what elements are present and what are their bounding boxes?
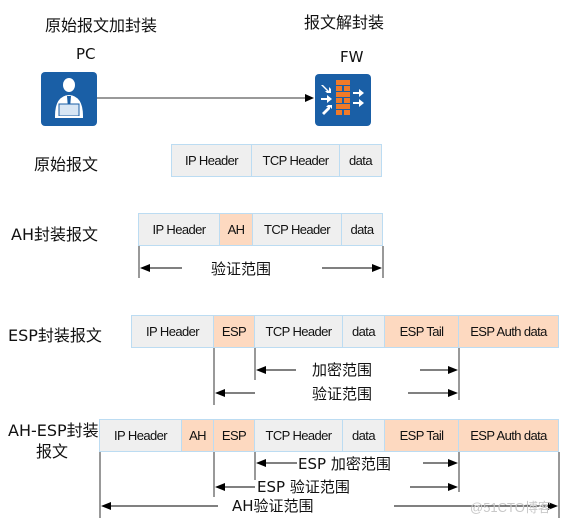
range-brackets <box>99 246 560 518</box>
ah-esp-ah-verify-range-label: AH验证范围 <box>232 497 314 515</box>
watermark: @51CTO博客 <box>470 500 551 515</box>
ah-esp-esp-verify-range-label: ESP 验证范围 <box>257 478 350 496</box>
esp-verify-range-label: 验证范围 <box>312 385 373 403</box>
ah-esp-encrypt-range-label: ESP 加密范围 <box>298 455 391 473</box>
esp-encrypt-range-label: 加密范围 <box>312 361 373 379</box>
ah-verify-range-label: 验证范围 <box>211 260 272 278</box>
